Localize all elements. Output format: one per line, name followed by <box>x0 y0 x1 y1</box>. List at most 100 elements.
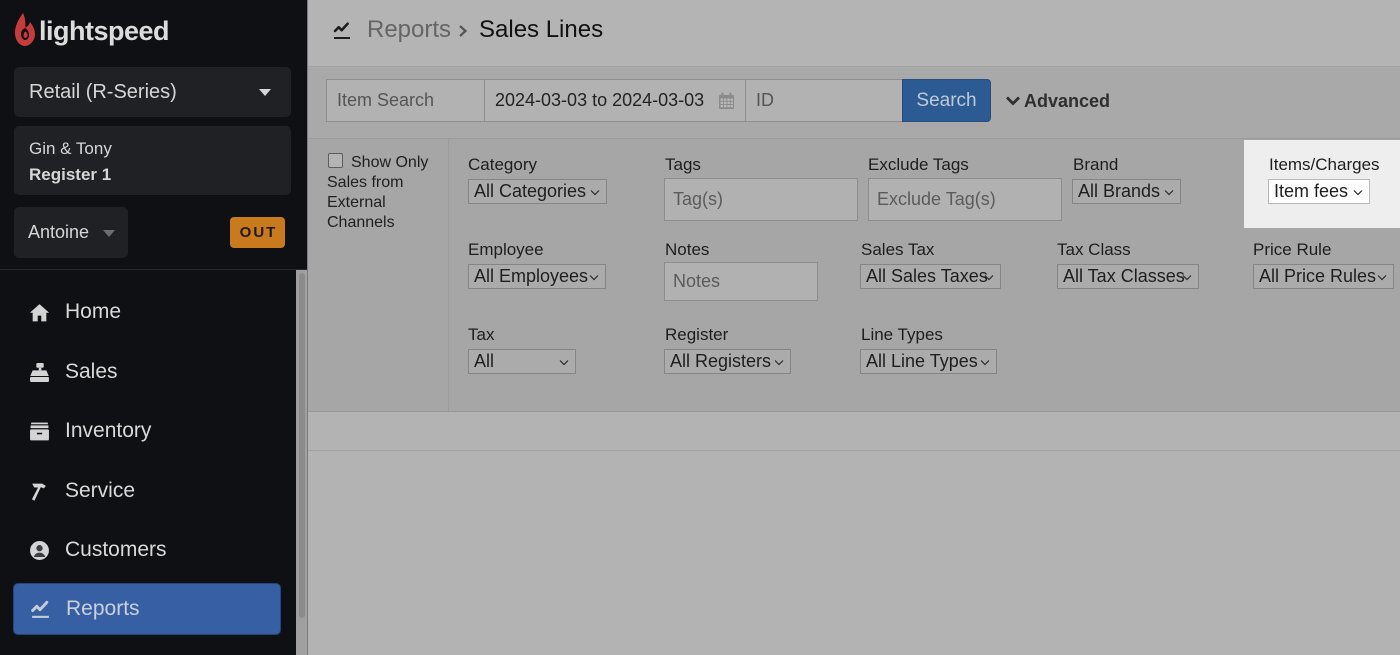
exclude-tags-label: Exclude Tags <box>868 155 969 174</box>
price-rule-value: All Price Rules <box>1259 266 1377 286</box>
date-range-value: 2024-03-03 to 2024-03-03 <box>495 90 705 110</box>
product-selector-label: Retail (R-Series) <box>29 80 177 103</box>
page-header <box>308 0 1400 67</box>
clock-status-badge[interactable]: OUT <box>230 217 285 248</box>
id-placeholder: ID <box>756 90 774 110</box>
line-types-value: All Line Types <box>866 351 978 371</box>
tags-placeholder: Tag(s) <box>673 189 724 209</box>
notes-input[interactable]: Notes <box>664 262 818 301</box>
line-types-label: Line Types <box>861 325 943 344</box>
chevron-down-icon <box>589 275 599 281</box>
advanced-label: Advanced <box>1024 90 1111 111</box>
user-name: Antoine <box>28 222 90 242</box>
notes-placeholder: Notes <box>673 271 721 291</box>
price-rule-label: Price Rule <box>1253 240 1332 259</box>
sales-tax-value: All Sales Taxes <box>866 266 988 286</box>
sidebar-item-label: Customers <box>65 538 167 561</box>
items-charges-select[interactable]: Item fees <box>1268 179 1370 204</box>
employee-value: All Employees <box>474 266 589 286</box>
register-name: Register 1 <box>29 165 112 184</box>
exclude-tags-placeholder: Exclude Tag(s) <box>877 189 996 209</box>
results-area <box>308 451 1400 655</box>
chevron-down-icon <box>590 190 600 196</box>
location-panel[interactable]: Gin & Tony Register 1 <box>14 126 291 195</box>
item-search-placeholder: Item Search <box>337 90 435 110</box>
external-channels-filter[interactable]: Show Only Sales from External Channels <box>327 153 431 233</box>
home-icon <box>28 301 50 323</box>
sidebar-item-sales[interactable]: Sales <box>13 346 281 398</box>
sidebar-item-label: Reports <box>66 597 140 620</box>
tax-class-select[interactable]: All Tax Classes <box>1057 264 1199 289</box>
product-selector[interactable]: Retail (R-Series) <box>14 67 291 117</box>
chevron-down-icon <box>1182 275 1192 281</box>
tax-class-value: All Tax Classes <box>1063 266 1185 286</box>
sidebar-scrollbar[interactable] <box>296 270 307 655</box>
chevron-down-icon <box>1377 275 1387 281</box>
tax-class-label: Tax Class <box>1057 240 1131 259</box>
items-charges-label: Items/Charges <box>1269 155 1380 174</box>
brand-value: All Brands <box>1078 181 1161 201</box>
category-label: Category <box>468 155 537 174</box>
category-select[interactable]: All Categories <box>468 179 607 204</box>
sidebar-scrollbar-thumb[interactable] <box>299 273 305 618</box>
chevron-down-icon <box>774 360 784 366</box>
hammer-icon <box>28 480 50 502</box>
chevron-down-icon <box>980 360 990 366</box>
chevron-down-icon <box>1353 190 1363 196</box>
user-selector[interactable]: Antoine <box>14 207 128 258</box>
shop-name: Gin & Tony <box>29 139 112 158</box>
sidebar-item-label: Home <box>65 300 122 323</box>
inventory-box-icon <box>28 420 50 442</box>
cash-register-icon <box>28 361 50 383</box>
brand-name: lightspeed <box>39 15 170 46</box>
external-channels-checkbox[interactable] <box>328 153 343 168</box>
page-title: Sales Lines <box>479 16 604 43</box>
chevron-right-icon <box>457 24 469 38</box>
notes-label: Notes <box>665 240 710 259</box>
chevron-down-icon <box>1164 190 1174 196</box>
item-search-input[interactable]: Item Search <box>326 79 485 122</box>
tax-select[interactable]: All <box>468 349 576 374</box>
exclude-tags-input[interactable]: Exclude Tag(s) <box>868 178 1062 221</box>
employee-select[interactable]: All Employees <box>468 264 606 289</box>
date-range-input[interactable]: 2024-03-03 to 2024-03-03 <box>484 79 746 122</box>
line-types-select[interactable]: All Line Types <box>860 349 997 374</box>
employee-label: Employee <box>468 240 544 259</box>
sidebar-item-reports[interactable]: Reports <box>13 583 281 635</box>
id-input[interactable]: ID <box>745 79 903 122</box>
tags-input[interactable]: Tag(s) <box>664 178 858 221</box>
sidebar-item-customers[interactable]: Customers <box>13 524 281 576</box>
sidebar-item-label: Sales <box>65 360 118 383</box>
search-button[interactable]: Search <box>902 79 991 122</box>
tags-label: Tags <box>665 155 701 174</box>
user-circle-icon <box>28 539 50 561</box>
register-value: All Registers <box>670 351 772 371</box>
sidebar-item-home[interactable]: Home <box>13 286 281 338</box>
sidebar-item-label: Service <box>65 479 136 502</box>
chevron-down-icon <box>559 360 569 366</box>
sales-tax-select[interactable]: All Sales Taxes <box>860 264 1001 289</box>
caret-down-icon <box>103 230 115 237</box>
sidebar-item-service[interactable]: Service <box>13 465 281 517</box>
brand-label: Brand <box>1073 155 1119 174</box>
sidebar-item-inventory[interactable]: Inventory <box>13 405 281 457</box>
lightspeed-logo[interactable]: lightspeed <box>14 12 170 53</box>
calendar-icon[interactable] <box>718 92 735 110</box>
reports-chart-icon <box>333 21 351 41</box>
tax-label: Tax <box>468 325 495 344</box>
chevron-down-icon <box>1006 96 1020 106</box>
register-label: Register <box>665 325 729 344</box>
sidebar-item-label: Inventory <box>65 419 152 442</box>
chevron-down-icon <box>984 275 994 281</box>
category-value: All Categories <box>474 181 587 201</box>
reports-chart-icon <box>29 598 51 620</box>
results-header-strip <box>308 412 1400 451</box>
items-charges-value: Item fees <box>1274 181 1349 201</box>
breadcrumb-parent-link[interactable]: Reports <box>367 16 451 44</box>
brand-select[interactable]: All Brands <box>1072 179 1181 204</box>
price-rule-select[interactable]: All Price Rules <box>1253 264 1394 289</box>
caret-down-icon <box>259 89 271 96</box>
lightspeed-flame-icon <box>14 12 36 53</box>
register-select[interactable]: All Registers <box>664 349 791 374</box>
advanced-toggle[interactable]: Advanced <box>1005 89 1110 113</box>
